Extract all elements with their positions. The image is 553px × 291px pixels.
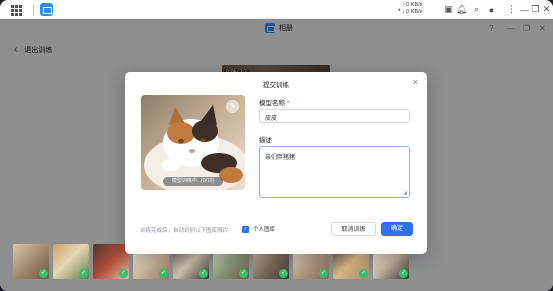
dialog-title: 提交训练 [263,82,289,89]
check-icon: ✓ [319,269,328,278]
training-cover-photo: ✎ 模型训练中...(0/10) [141,95,245,190]
model-name-label: 模型名称 * [259,97,289,107]
checkbox-label: 个人图库 [253,227,276,233]
check-icon: ✓ [399,269,408,278]
photo-thumbnail[interactable]: ✓ [93,244,129,279]
checkbox-checked-icon: ✓ [242,225,249,233]
divider [33,4,34,15]
check-icon: ✓ [279,269,288,278]
dialog-close-button[interactable]: × [413,77,418,87]
check-icon: ✓ [359,269,368,278]
model-name-input[interactable]: 皮皮 [259,109,410,123]
check-icon: ✓ [39,269,48,278]
apps-grid-icon[interactable] [10,4,22,16]
network-speed: ↑ 0 KB/s ↓ 0 KB/s [402,2,423,15]
description-textarea[interactable]: 亲们胖猪猪 ◢ [259,146,410,198]
cancel-training-button[interactable]: 取消训练 [331,222,376,236]
training-progress-badge: 模型训练中...(0/10) [163,177,223,186]
net-up: 0 KB/s [406,2,423,8]
model-name-label-text: 模型名称 [259,100,285,107]
screen: ◔ ↑ 0 KB/s ↓ 0 KB/s ▣ 🔔︎ ⌕ ● ⋮ — ❐ ✕ 相册 … [0,0,553,291]
network-icon[interactable]: ▣ [443,4,454,15]
check-icon: ✓ [159,269,168,278]
check-icon: ✓ [79,269,88,278]
close-icon[interactable]: ✕ [541,4,552,15]
system-taskbar: ◔ ↑ 0 KB/s ↓ 0 KB/s ▣ 🔔︎ ⌕ ● ⋮ — ❐ ✕ [0,0,553,19]
restore-icon[interactable]: ❐ [530,4,541,15]
confirm-button[interactable]: 确定 [381,222,413,236]
photo-thumbnail[interactable]: ✓ [13,244,49,279]
check-icon: ✓ [199,269,208,278]
submit-training-dialog: 提交训练 × ✎ 模型训练中...(0/10) 模型名称 * 皮皮 描述 亲们胖… [125,72,427,254]
more-icon[interactable]: ⋮ [506,4,517,15]
edit-cover-button[interactable]: ✎ [226,100,239,113]
search-icon[interactable]: ⌕ [471,4,482,15]
personal-library-checkbox[interactable]: ✓ 个人图库 [242,225,275,233]
check-icon: ✓ [119,269,128,278]
bell-icon[interactable]: 🔔︎ [456,4,467,15]
minimize-icon[interactable]: — [519,4,530,15]
required-mark: * [286,100,290,107]
description-label: 描述 [259,137,272,144]
pencil-icon: ✎ [229,103,236,110]
net-down: 0 KB/s [406,9,423,15]
user-icon[interactable]: ● [486,4,497,15]
resize-grip-icon[interactable]: ◢ [403,190,407,196]
description-text: 亲们胖猪猪 [265,155,296,161]
auto-recognize-hint: 训练完成后，自动识别以下图库照片 [140,228,229,234]
photo-thumbnail[interactable]: ✓ [53,244,89,279]
photos-app-icon[interactable] [40,3,53,16]
check-icon: ✓ [239,269,248,278]
